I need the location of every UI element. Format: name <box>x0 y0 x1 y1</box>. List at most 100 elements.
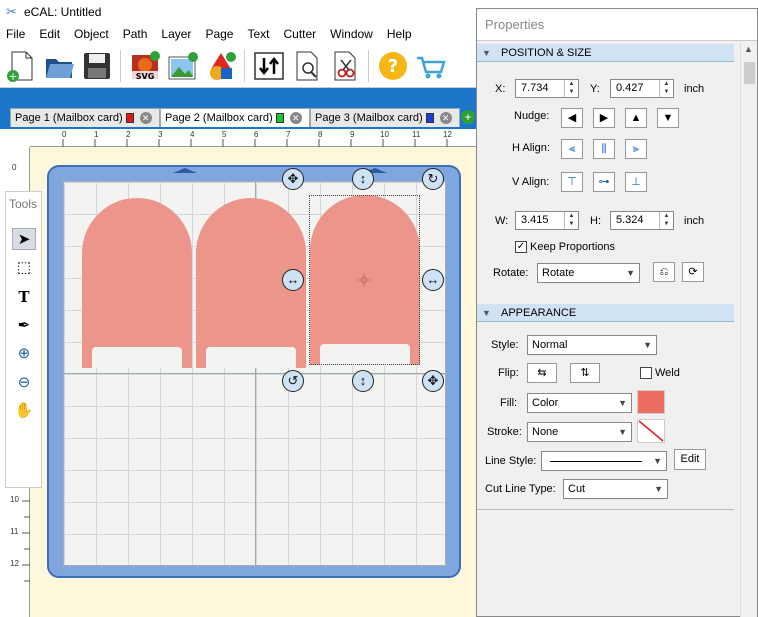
edit-line-style-button[interactable]: Edit <box>674 449 706 470</box>
align-left-icon[interactable]: ⫷ <box>561 139 583 159</box>
import-image-icon <box>168 52 198 80</box>
menu-file[interactable]: File <box>6 27 25 41</box>
align-right-icon[interactable]: ⫸ <box>625 139 647 159</box>
menu-object[interactable]: Object <box>74 27 109 41</box>
height-field[interactable]: 5.324 ▲ ▼ <box>610 211 674 230</box>
w-label: W: <box>495 215 509 227</box>
rotate-handle-icon[interactable]: ↻ <box>422 168 444 190</box>
menu-window[interactable]: Window <box>330 27 373 41</box>
fill-color-swatch[interactable] <box>637 390 665 414</box>
spinner-arrows-icon[interactable]: ▲ ▼ <box>659 80 673 97</box>
nudge-left-icon[interactable]: ◀ <box>561 108 583 128</box>
add-shape-button[interactable] <box>204 49 238 83</box>
y-field[interactable]: 0.427 ▲ ▼ <box>610 79 674 98</box>
close-icon[interactable]: ✕ <box>439 112 452 124</box>
spinner-arrows-icon[interactable]: ▲ ▼ <box>564 80 578 97</box>
menu-text[interactable]: Text <box>247 27 269 41</box>
nudge-right-icon[interactable]: ▶ <box>593 108 615 128</box>
stroke-select[interactable]: None ▼ <box>527 422 632 442</box>
stroke-color-swatch[interactable] <box>637 419 665 443</box>
nudge-down-icon[interactable]: ▼ <box>657 108 679 128</box>
help-button[interactable]: ? <box>376 49 410 83</box>
tab-page-2[interactable]: Page 2 (Mailbox card) ✕ <box>160 108 310 127</box>
align-center-v-icon[interactable]: ⊶ <box>593 172 615 192</box>
tab-page-1[interactable]: Page 1 (Mailbox card) ✕ <box>10 108 160 127</box>
zoom-out-icon[interactable]: ⊖ <box>12 372 36 394</box>
pen-tool-icon[interactable]: ✒ <box>12 315 36 337</box>
send-to-cutter-button[interactable] <box>252 49 286 83</box>
text-tool-icon[interactable]: T <box>12 286 36 308</box>
move-handle-icon[interactable]: ✥ <box>282 168 304 190</box>
x-label: X: <box>495 83 506 95</box>
cut-settings-button[interactable] <box>328 49 362 83</box>
resize-diagonal-handle-icon[interactable]: ✥ <box>422 370 444 392</box>
shop-button[interactable] <box>414 49 448 83</box>
zoom-in-icon[interactable]: ⊕ <box>12 343 36 365</box>
import-svg-button[interactable]: SVG <box>128 49 162 83</box>
keep-proportions-checkbox[interactable]: ✓ <box>515 241 527 253</box>
properties-scrollbar[interactable]: ▲ <box>740 42 757 617</box>
weld-checkbox[interactable] <box>640 367 652 379</box>
cut-line-type-value: Cut <box>568 483 586 495</box>
save-button[interactable] <box>80 49 114 83</box>
menu-layer[interactable]: Layer <box>161 27 191 41</box>
menu-cutter[interactable]: Cutter <box>283 27 316 41</box>
chevron-down-icon: ▼ <box>653 456 662 466</box>
position-size-header[interactable]: POSITION & SIZE <box>477 44 734 62</box>
tab-color-swatch <box>425 113 434 123</box>
align-top-icon[interactable]: ⊤ <box>561 172 583 192</box>
rotate-left-icon[interactable]: ⎌ <box>653 262 675 282</box>
h-label: H: <box>590 215 601 227</box>
preview-magnifier-icon <box>296 51 318 81</box>
flip-horizontal-icon[interactable]: ⇆ <box>527 363 557 383</box>
keep-proportions-label: Keep Proportions <box>530 241 615 253</box>
weld-label: Weld <box>655 367 680 379</box>
import-image-button[interactable] <box>166 49 200 83</box>
cut-line-type-label: Cut Line Type: <box>485 483 556 495</box>
menu-edit[interactable]: Edit <box>39 27 60 41</box>
resize-vertical-handle-icon[interactable]: ↕ <box>352 168 374 190</box>
close-icon[interactable]: ✕ <box>289 112 302 124</box>
resize-vertical-handle-icon[interactable]: ↕ <box>352 370 374 392</box>
close-icon[interactable]: ✕ <box>139 112 152 124</box>
align-center-h-icon[interactable]: ⫼ <box>593 139 615 159</box>
shopping-cart-icon <box>417 56 446 79</box>
width-field[interactable]: 3.415 ▲ ▼ <box>515 211 579 230</box>
flip-vertical-icon[interactable]: ⇅ <box>570 363 600 383</box>
cut-line-type-select[interactable]: Cut ▼ <box>563 479 668 499</box>
toolbar-separator <box>120 50 121 82</box>
spinner-arrows-icon[interactable]: ▲ ▼ <box>659 212 673 229</box>
fill-select[interactable]: Color ▼ <box>527 393 632 413</box>
x-value: 7.734 <box>521 82 549 94</box>
nudge-up-icon[interactable]: ▲ <box>625 108 647 128</box>
floppy-disk-icon <box>84 53 110 79</box>
scrollbar-thumb[interactable] <box>744 62 755 84</box>
tab-page-3[interactable]: Page 3 (Mailbox card) ✕ <box>310 108 460 127</box>
node-edit-tool-icon[interactable]: ⬚ <box>12 257 36 279</box>
appearance-header[interactable]: APPEARANCE <box>477 304 734 322</box>
spinner-arrows-icon[interactable]: ▲ ▼ <box>564 212 578 229</box>
add-page-icon[interactable]: + <box>461 110 475 124</box>
menu-path[interactable]: Path <box>123 27 148 41</box>
align-bottom-icon[interactable]: ⊥ <box>625 172 647 192</box>
send-to-cutter-icon <box>254 52 284 80</box>
help-question-icon: ? <box>379 52 407 80</box>
style-select[interactable]: Normal ▼ <box>527 335 657 355</box>
scroll-up-icon[interactable]: ▲ <box>744 44 753 54</box>
pan-hand-icon[interactable]: ✋ <box>12 400 36 422</box>
new-file-button[interactable]: + <box>4 49 38 83</box>
resize-horizontal-handle-icon[interactable]: ↔ <box>422 269 444 291</box>
select-tool-icon[interactable]: ➤ <box>12 228 36 250</box>
menu-page[interactable]: Page <box>205 27 233 41</box>
line-style-select[interactable]: ▼ <box>541 451 667 471</box>
menu-help[interactable]: Help <box>387 27 412 41</box>
rotate-right-icon[interactable]: ⟳ <box>682 262 704 282</box>
rotate-select[interactable]: Rotate ▼ <box>537 263 640 283</box>
open-file-button[interactable] <box>42 49 76 83</box>
x-field[interactable]: 7.734 ▲ ▼ <box>515 79 579 98</box>
rotate-handle-icon[interactable]: ↺ <box>282 370 304 392</box>
resize-horizontal-handle-icon[interactable]: ↔ <box>282 269 304 291</box>
cut-preview-button[interactable] <box>290 49 324 83</box>
mailbox-card-shape[interactable] <box>82 198 192 368</box>
chevron-down-icon: ▼ <box>654 484 663 494</box>
